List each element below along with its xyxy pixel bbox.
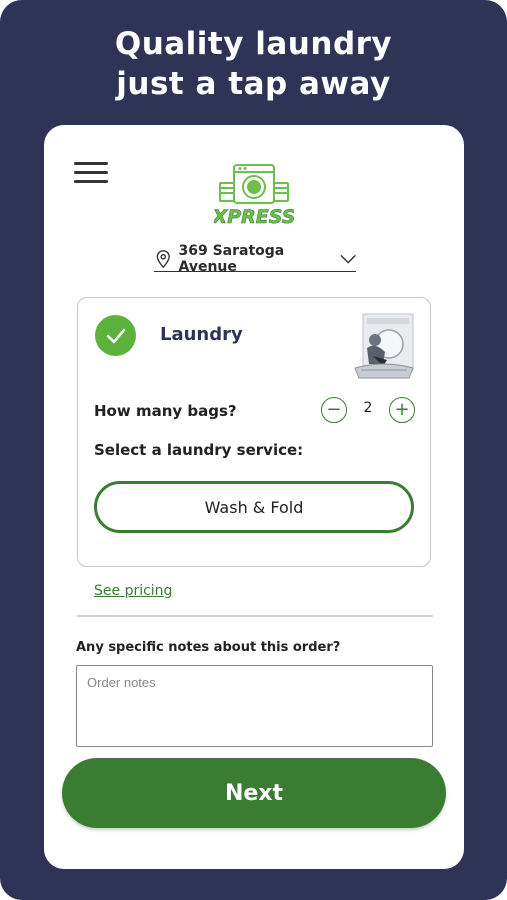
- order-notes-input[interactable]: [76, 665, 433, 747]
- service-select-label: Select a laundry service:: [94, 441, 304, 459]
- app-frame: Quality laundry just a tap away XPRESS 3…: [0, 0, 507, 900]
- xpress-logo: XPRESS: [214, 164, 294, 227]
- address-selector[interactable]: 369 Saratoga Avenue: [154, 242, 356, 275]
- phone-screen: XPRESS 369 Saratoga Avenue Laundry How m…: [44, 125, 464, 869]
- promo-headline: Quality laundry just a tap away: [0, 24, 507, 104]
- laundry-service-card: Laundry How many bags? − 2 + Select a la…: [77, 297, 431, 567]
- selected-check-icon[interactable]: [95, 315, 136, 356]
- headline-line-1: Quality laundry: [114, 26, 393, 62]
- next-button[interactable]: Next: [62, 758, 446, 828]
- see-pricing-link[interactable]: See pricing: [94, 583, 172, 599]
- decrement-button[interactable]: −: [321, 397, 347, 423]
- divider: [77, 615, 433, 617]
- chevron-down-icon: [340, 254, 356, 264]
- hamburger-menu-icon[interactable]: [74, 162, 108, 184]
- location-pin-icon: [156, 249, 170, 268]
- bag-quantity-stepper: − 2 +: [321, 397, 415, 423]
- increment-button[interactable]: +: [389, 397, 415, 423]
- wash-and-fold-option[interactable]: Wash & Fold: [94, 481, 414, 533]
- logo-text: XPRESS: [214, 206, 294, 227]
- notes-label: Any specific notes about this order?: [76, 640, 341, 655]
- address-text: 369 Saratoga Avenue: [178, 242, 285, 275]
- bag-count: 2: [363, 400, 373, 416]
- service-title: Laundry: [160, 324, 243, 345]
- bags-label: How many bags?: [94, 402, 237, 420]
- laundry-illustration: [354, 313, 414, 379]
- headline-line-2: just a tap away: [116, 66, 391, 102]
